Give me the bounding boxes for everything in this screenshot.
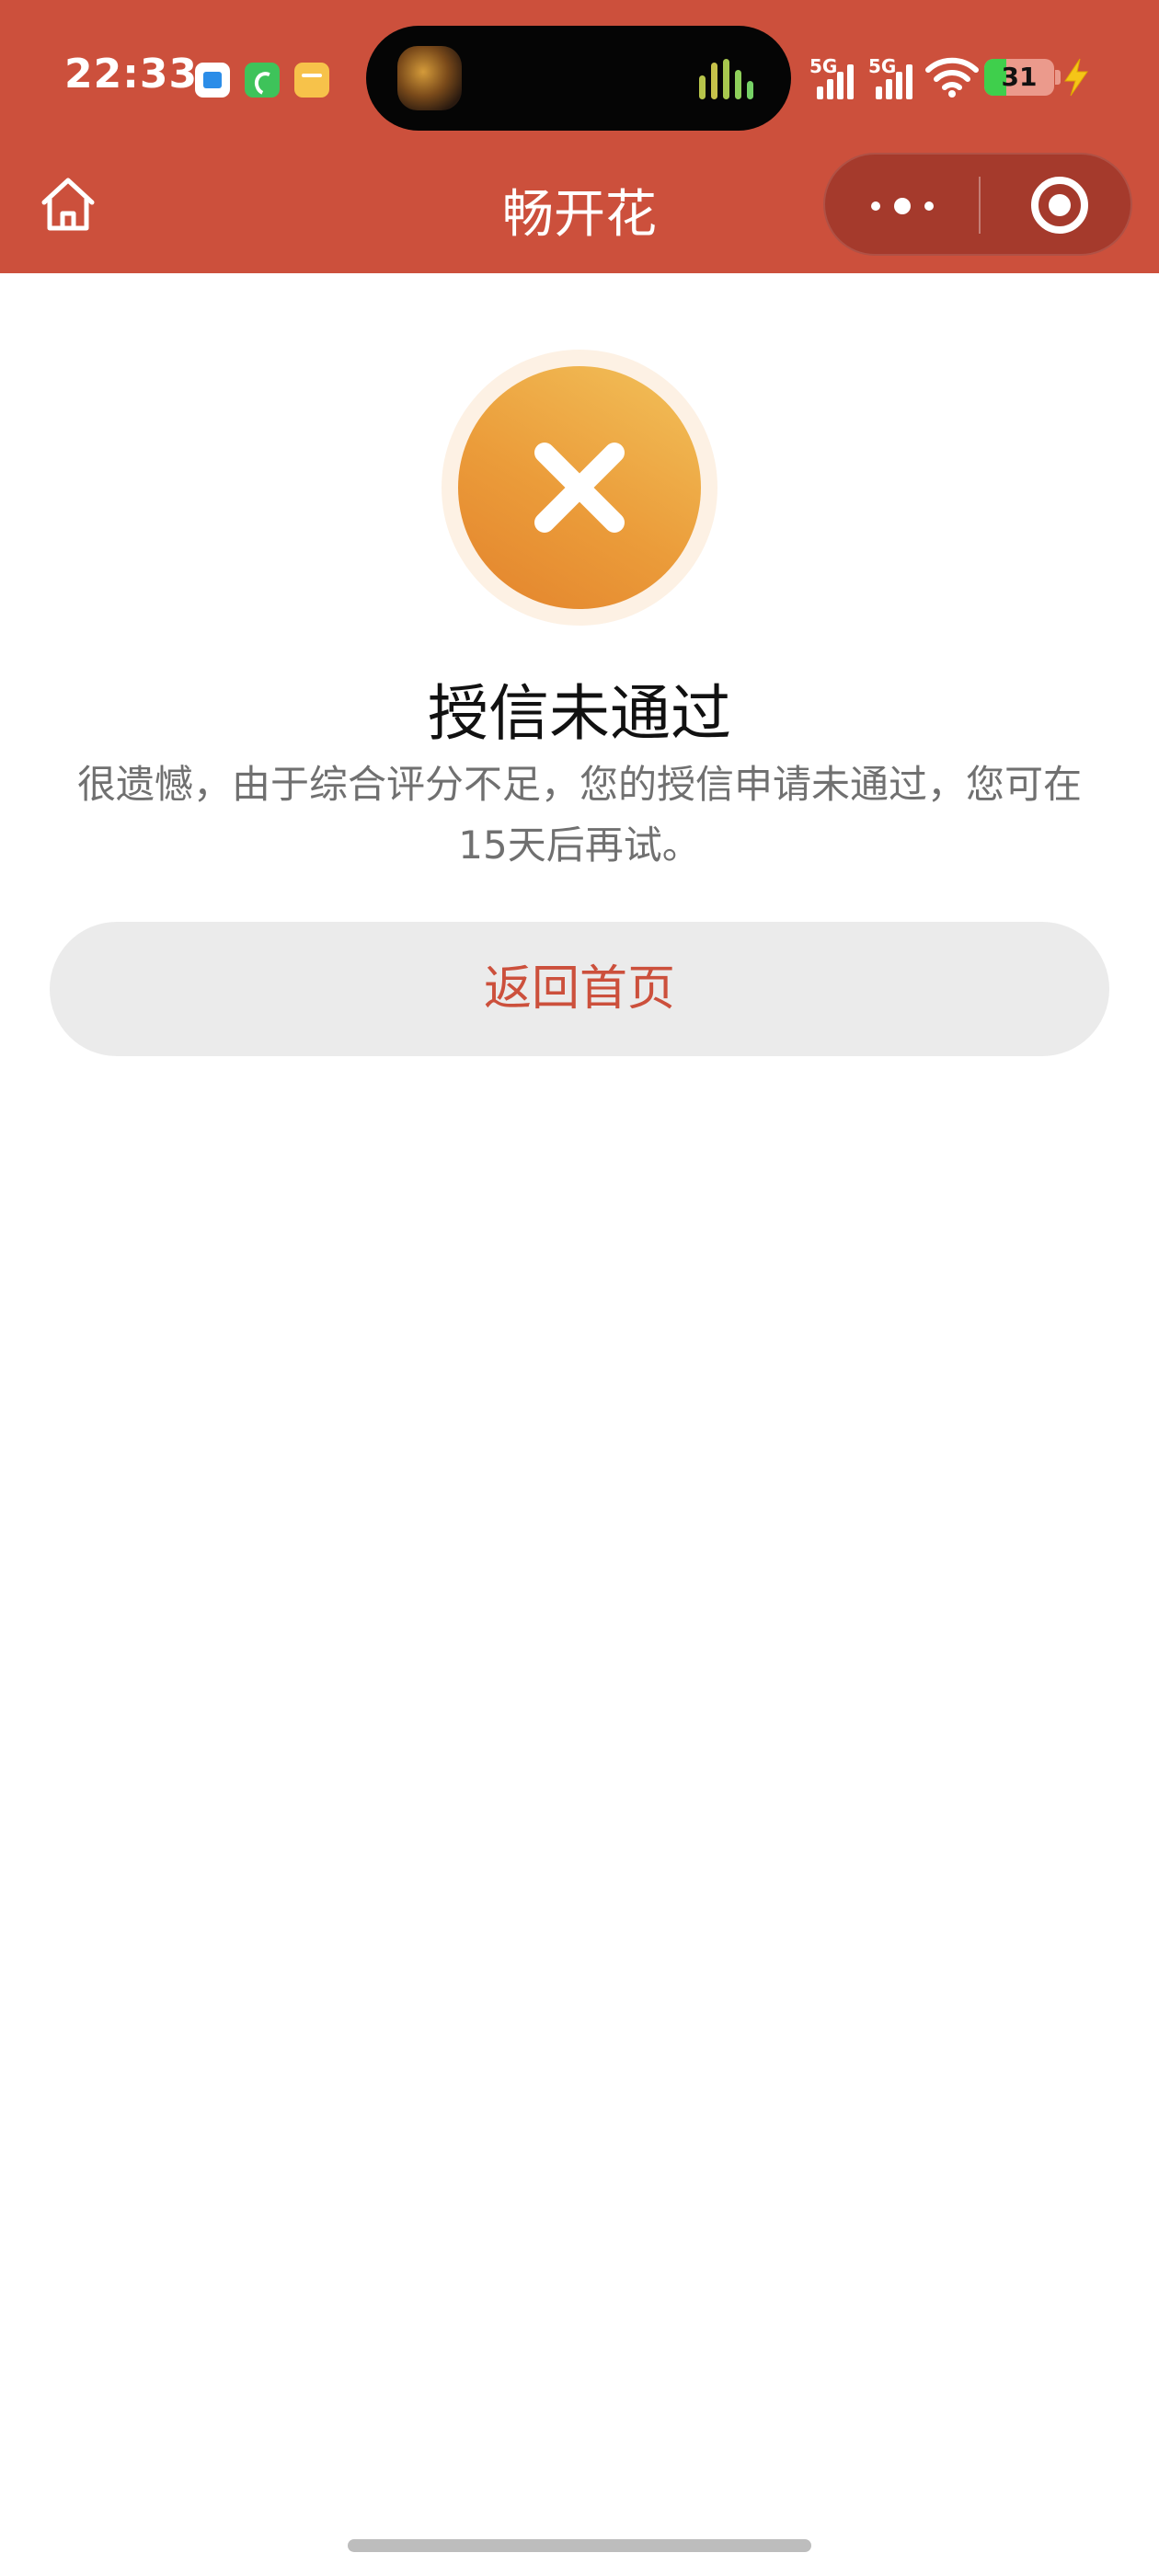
- back-home-button[interactable]: 返回首页: [50, 922, 1109, 1056]
- battery-level: 31: [1001, 62, 1038, 92]
- header: 22:33 5G 5G 31 畅开花: [0, 0, 1159, 273]
- capsule-divider: [979, 177, 981, 234]
- charging-bolt-icon: [1064, 58, 1088, 97]
- media-thumbnail: [397, 46, 462, 110]
- notes-app-icon: [294, 63, 329, 98]
- dynamic-island[interactable]: [366, 26, 791, 131]
- wifi-icon: [925, 57, 979, 98]
- audio-wave-icon: [699, 59, 763, 99]
- mini-program-close-icon[interactable]: [1031, 177, 1088, 234]
- signal-icon: 5G: [809, 55, 859, 99]
- status-time: 22:33: [64, 51, 199, 98]
- result-title: 授信未通过: [428, 678, 731, 749]
- mini-program-capsule: [823, 153, 1132, 256]
- signal-network-label: 5G: [868, 55, 897, 77]
- close-x-icon: [458, 366, 701, 609]
- home-indicator[interactable]: [348, 2539, 811, 2552]
- signal-network-label: 5G: [809, 55, 838, 77]
- signal-icon: 5G: [868, 55, 918, 99]
- phone-app-icon: [245, 63, 280, 98]
- app-notification-icon: [195, 63, 230, 98]
- result-description: 很遗憾，由于综合评分不足，您的授信申请未通过，您可在15天后再试。: [76, 762, 1082, 868]
- battery-icon: 31: [984, 59, 1054, 96]
- more-dots-icon[interactable]: [825, 155, 979, 254]
